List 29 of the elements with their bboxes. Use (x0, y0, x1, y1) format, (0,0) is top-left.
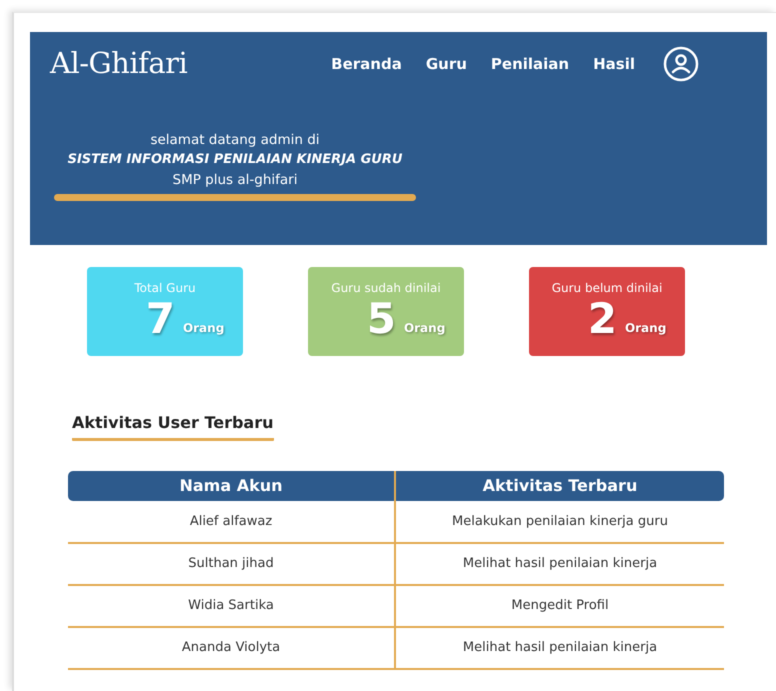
stat-unit: Orang (182, 320, 224, 337)
logo: Al-Ghifari (50, 45, 188, 82)
stat-value: 5 (366, 297, 396, 341)
nav-link[interactable]: Hasil (593, 52, 635, 75)
column-header: Nama Akun (68, 471, 395, 501)
user-account-icon[interactable] (663, 46, 699, 82)
school-name: SMP plus al-ghifari (172, 170, 298, 190)
stat-unit: Orang (624, 320, 666, 337)
table-cell: Ananda Violyta (68, 627, 395, 669)
nav-link[interactable]: Guru (426, 52, 467, 75)
table-cell: Melihat hasil penilaian kinerja (395, 543, 724, 585)
stat-label: Guru belum dinilai (550, 280, 664, 297)
table-cell: Melakukan penilaian kinerja guru (395, 501, 724, 543)
welcome-text: selamat datang admin di (149, 130, 321, 150)
table-cell: Widia Sartika (68, 585, 395, 627)
section-heading: Aktivitas User Terbaru (72, 411, 274, 441)
stat-label: Guru sudah dinilai (330, 280, 442, 297)
table-cell: Mengedit Profil (395, 585, 724, 627)
table-cell: Melihat hasil penilaian kinerja (395, 627, 724, 669)
stat-value: 7 (146, 297, 175, 341)
system-title: SISTEM INFORMASI PENILAIAN KINERJA GURU (66, 150, 404, 168)
stat-unit: Orang (404, 320, 446, 337)
nav-link[interactable]: Beranda (331, 52, 402, 75)
table-cell: Alief alfawaz (68, 501, 395, 543)
stat-label: Total Guru (133, 280, 197, 297)
column-header: Aktivitas Terbaru (395, 471, 724, 501)
stat-value: 2 (588, 297, 617, 341)
nav-link[interactable]: Penilaian (490, 52, 570, 75)
table-cell: Sulthan jihad (68, 543, 395, 585)
